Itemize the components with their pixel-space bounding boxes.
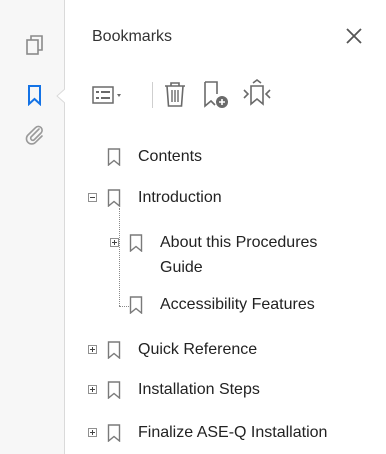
navigation-pane-strip [0, 0, 65, 454]
toolbar-separator [152, 82, 153, 108]
new-bookmark-button[interactable] [202, 78, 232, 112]
bookmark-icon [107, 148, 121, 166]
delete-bookmark-button[interactable] [162, 78, 188, 112]
bookmark-item-quick-reference[interactable]: Quick Reference [85, 339, 365, 367]
bookmark-label: Quick Reference [138, 341, 258, 358]
expand-current-bookmark-button[interactable] [242, 78, 272, 112]
close-icon [346, 28, 362, 44]
pages-icon[interactable] [24, 34, 46, 56]
close-button[interactable] [344, 26, 364, 46]
bookmark-icon [107, 189, 121, 207]
bookmark-item-introduction[interactable]: Introduction [85, 187, 365, 215]
bookmark-label: Contents [138, 148, 203, 165]
bookmark-item-accessibility-features[interactable]: Accessibility Features [85, 294, 375, 322]
expand-toggle[interactable] [88, 385, 97, 394]
expand-bookmark-icon [243, 79, 271, 106]
expand-toggle[interactable] [88, 428, 97, 437]
expand-toggle[interactable] [88, 345, 97, 354]
bookmark-item-installation-steps[interactable]: Installation Steps [85, 379, 365, 407]
bookmark-item-contents[interactable]: Contents [85, 146, 365, 174]
bookmark-label: About this Procedures [160, 234, 318, 251]
bookmark-icon [107, 341, 121, 359]
bookmark-icon [107, 424, 121, 442]
collapse-toggle[interactable] [88, 193, 97, 202]
options-menu-button[interactable] [92, 78, 128, 112]
options-menu-icon [92, 86, 121, 104]
bookmark-label: Accessibility Features [160, 296, 315, 313]
bookmark-label: Installation Steps [138, 381, 260, 398]
bookmark-icon [129, 296, 143, 314]
bookmark-label: Introduction [138, 189, 222, 206]
bookmark-item-finalize-ase-q-installation[interactable]: Finalize ASE-Q Installation [85, 422, 380, 450]
new-bookmark-icon [204, 81, 228, 108]
bookmark-label: Finalize ASE-Q Installation [138, 424, 328, 441]
attachment-icon[interactable] [24, 124, 46, 146]
bookmark-icon [129, 234, 143, 252]
bookmark-item-about-this-procedures-guide[interactable]: About this Procedures Guide [85, 232, 375, 282]
bookmarks-toolbar [92, 78, 362, 114]
expand-toggle[interactable] [110, 238, 119, 247]
panel-title: Bookmarks [92, 28, 173, 45]
bookmark-label-line2: Guide [160, 259, 203, 276]
delete-bookmark-icon [165, 82, 185, 107]
bookmark-icon[interactable] [24, 84, 46, 106]
bookmark-icon [107, 381, 121, 399]
